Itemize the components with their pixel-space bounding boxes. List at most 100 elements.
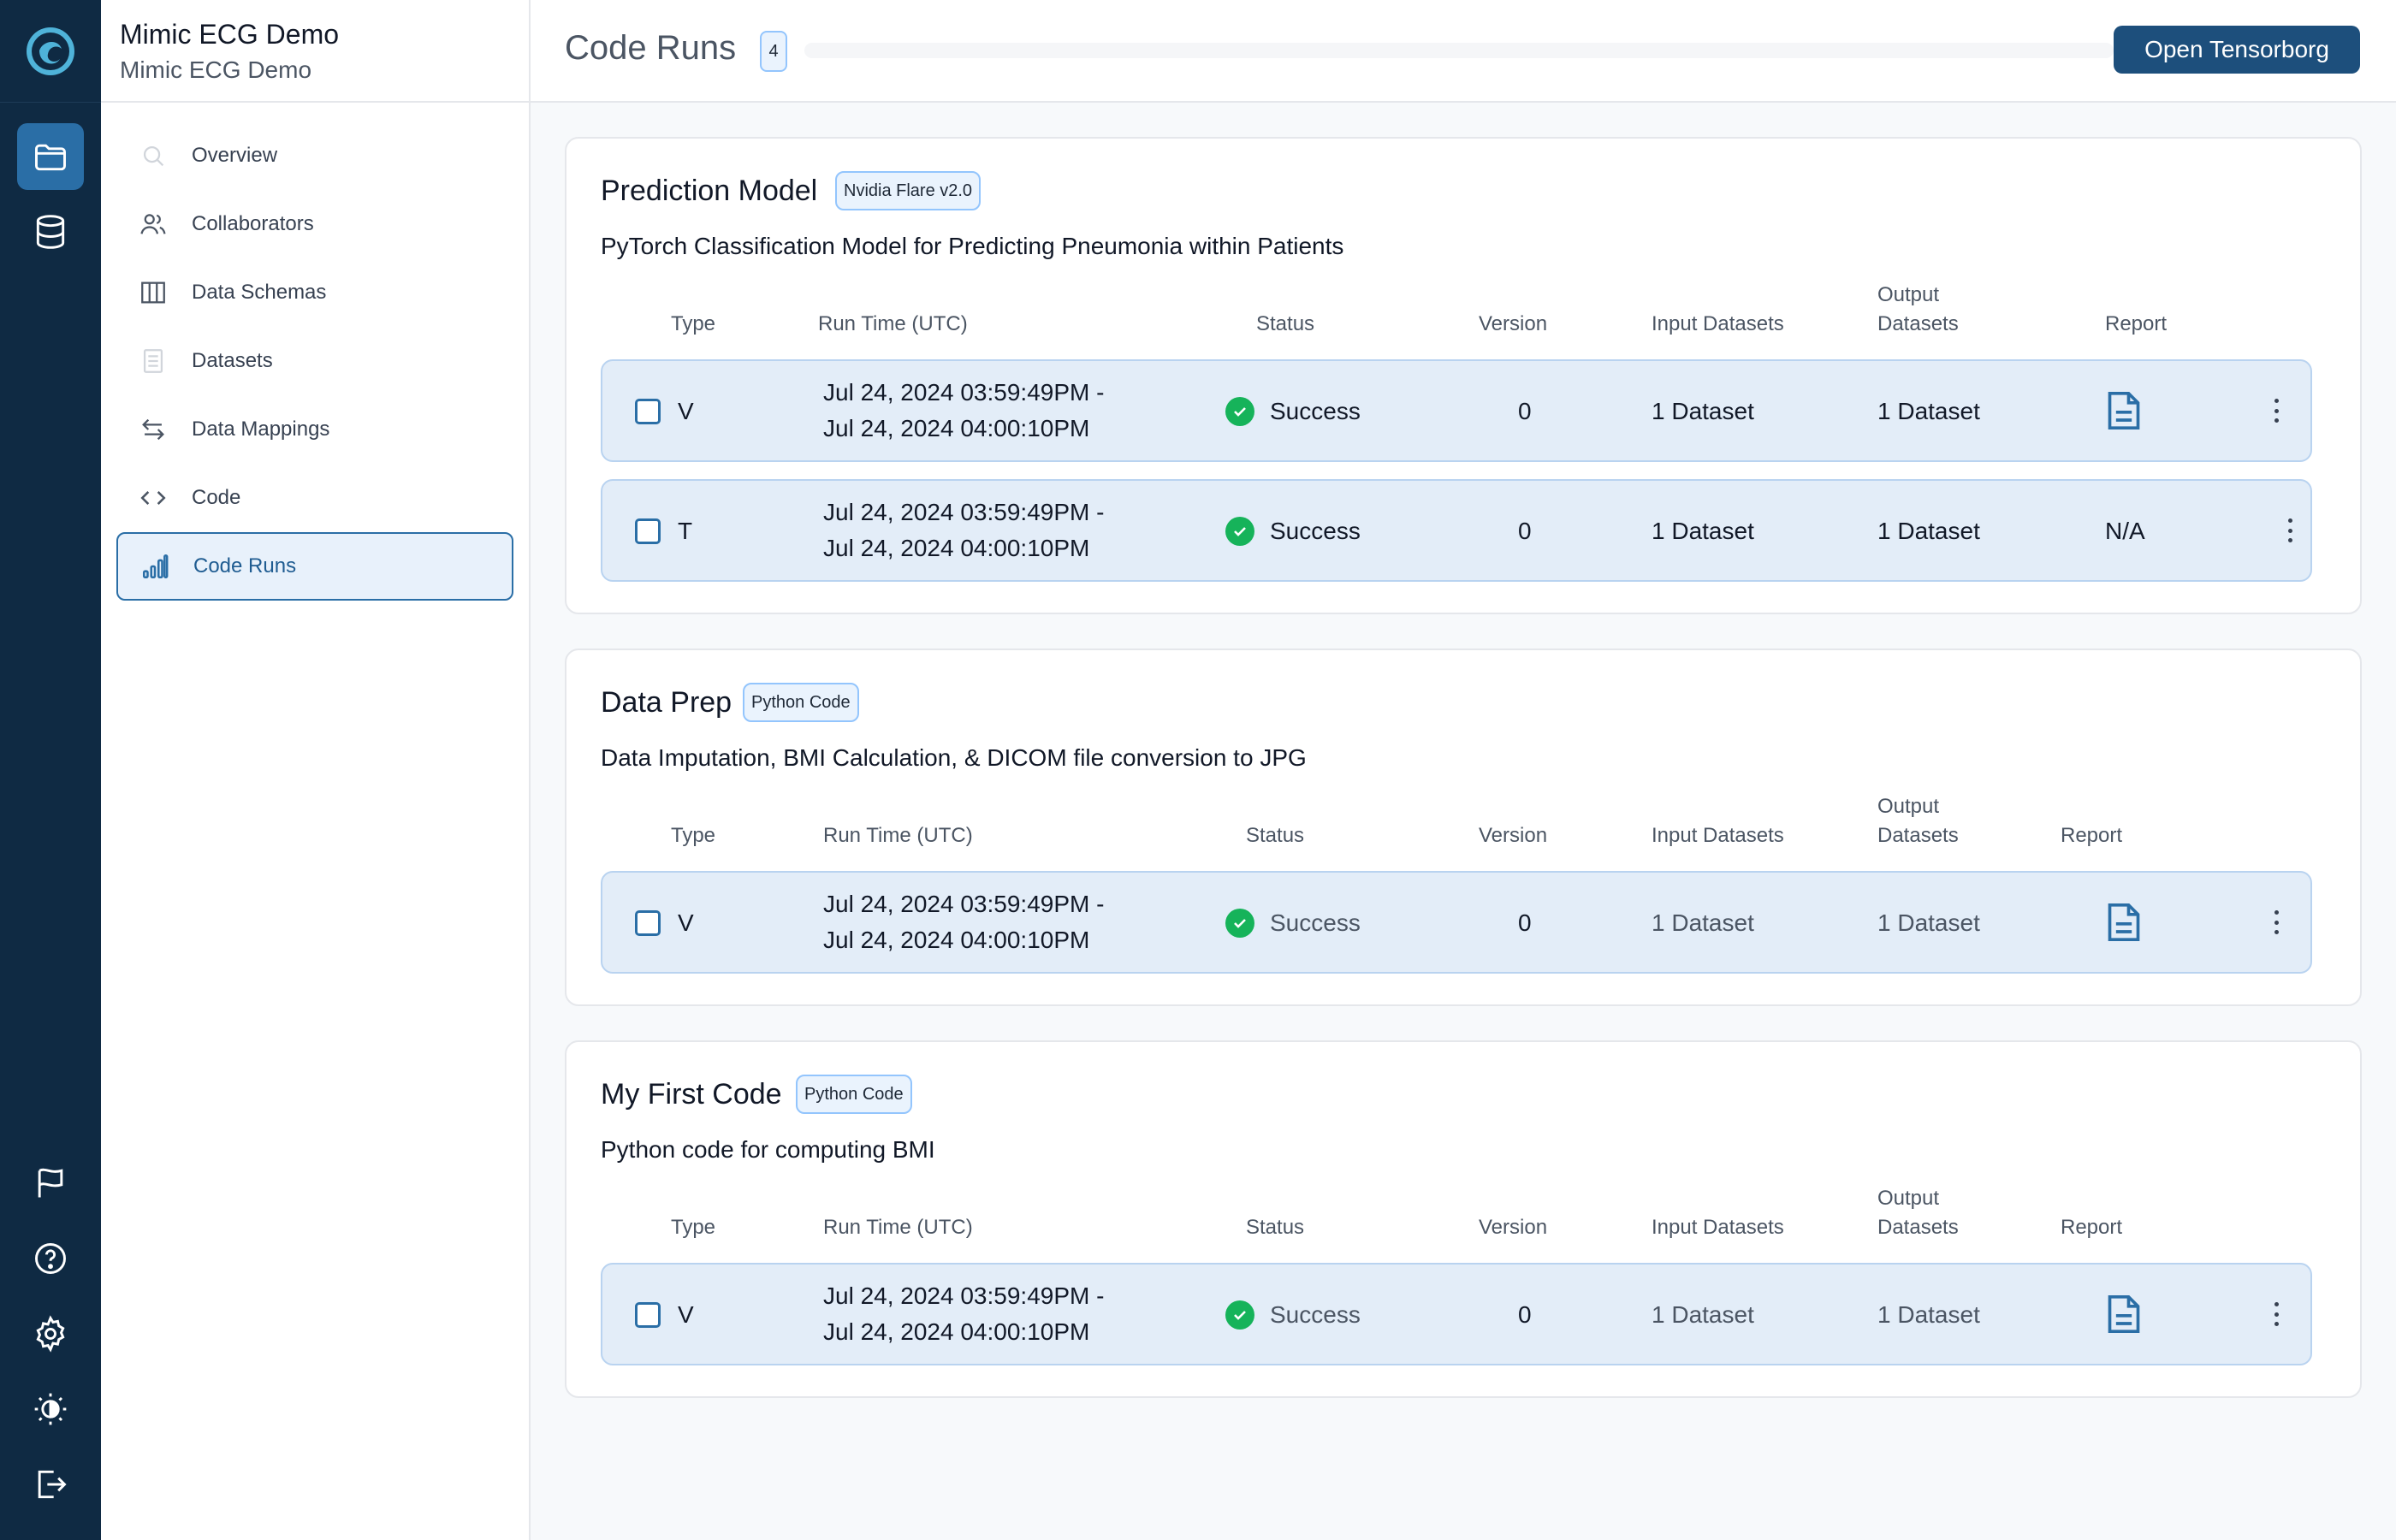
row-time-end: Jul 24, 2024 04:00:10PM xyxy=(823,927,1090,953)
report-doc-icon[interactable] xyxy=(2105,900,2143,945)
theme-toggle-icon xyxy=(34,1393,67,1425)
card-tag: Python Code xyxy=(743,683,859,722)
col-type: Type xyxy=(671,824,716,847)
left-rail xyxy=(0,0,101,1540)
nav-item-data-mappings[interactable]: Data Mappings xyxy=(116,395,513,464)
success-check-icon xyxy=(1225,517,1254,546)
row-version: 0 xyxy=(1518,518,1532,544)
card-tag: Nvidia Flare v2.0 xyxy=(835,171,982,210)
projects-rail-button[interactable] xyxy=(17,123,84,190)
row-output[interactable]: 1 Dataset xyxy=(1877,513,1980,549)
row-output[interactable]: 1 Dataset xyxy=(1877,905,1980,941)
col-output-datasets-2: Datasets xyxy=(1877,312,1959,335)
nav-item-data-schemas[interactable]: Data Schemas xyxy=(116,258,513,327)
success-check-icon xyxy=(1225,909,1254,938)
nav-item-datasets[interactable]: Datasets xyxy=(116,327,513,395)
col-version: Version xyxy=(1479,1216,1548,1239)
help-rail-button[interactable] xyxy=(17,1225,84,1292)
app-logo[interactable] xyxy=(0,0,101,103)
nav-label: Data Schemas xyxy=(192,281,327,304)
col-input-datasets: Input Datasets xyxy=(1652,1216,1784,1239)
theme-rail-button[interactable] xyxy=(17,1376,84,1442)
row-checkbox[interactable] xyxy=(635,399,661,424)
row-status: Success xyxy=(1270,398,1361,424)
flag-rail-button[interactable] xyxy=(17,1150,84,1217)
report-doc-icon[interactable] xyxy=(2105,1292,2143,1336)
col-status: Status xyxy=(1246,824,1305,847)
card-title: My First Code xyxy=(601,1078,782,1111)
nav-item-overview[interactable]: Overview xyxy=(116,121,513,190)
table-row[interactable]: V Jul 24, 2024 03:59:49PM - Jul 24, 2024… xyxy=(601,1263,2312,1365)
row-input[interactable]: 1 Dataset xyxy=(1652,513,1754,549)
row-status: Success xyxy=(1270,1301,1361,1328)
open-tensorborg-button[interactable]: Open Tensorborg xyxy=(2114,26,2360,74)
col-input-datasets: Input Datasets xyxy=(1652,312,1784,335)
logout-rail-button[interactable] xyxy=(17,1451,84,1518)
card-description: Python code for computing BMI xyxy=(601,1136,935,1163)
row-type: V xyxy=(678,398,694,424)
col-output-datasets: Output xyxy=(1877,1187,1940,1210)
col-status: Status xyxy=(1246,1216,1305,1239)
row-menu-kebab[interactable] xyxy=(2281,513,2298,548)
project-header: Mimic ECG Demo Mimic ECG Demo xyxy=(101,0,529,103)
row-checkbox[interactable] xyxy=(635,1302,661,1328)
top-bar: Code Runs 4 Open Tensorborg xyxy=(531,0,2396,103)
row-input[interactable]: 1 Dataset xyxy=(1652,1297,1754,1333)
row-menu-kebab[interactable] xyxy=(2268,1297,2285,1331)
database-icon xyxy=(36,215,65,249)
search-icon xyxy=(137,139,169,172)
col-report: Report xyxy=(2061,824,2123,847)
nav-item-code[interactable]: Code xyxy=(116,464,513,532)
project-sidebar: Mimic ECG Demo Mimic ECG Demo Overview C… xyxy=(101,0,531,1540)
row-type: V xyxy=(678,909,694,936)
page-title: Code Runs xyxy=(565,29,737,67)
nav-item-code-runs[interactable]: Code Runs xyxy=(116,532,513,601)
nav-item-collaborators[interactable]: Collaborators xyxy=(116,190,513,258)
code-card: Data Prep Python Code Data Imputation, B… xyxy=(565,649,2362,1006)
row-input[interactable]: 1 Dataset xyxy=(1652,905,1754,941)
success-check-icon xyxy=(1225,397,1254,426)
row-menu-kebab[interactable] xyxy=(2268,394,2285,428)
col-type: Type xyxy=(671,1216,716,1239)
card-tag: Python Code xyxy=(796,1075,912,1114)
table-row[interactable]: V Jul 24, 2024 03:59:49PM - Jul 24, 2024… xyxy=(601,359,2312,462)
code-icon xyxy=(137,482,169,514)
row-checkbox[interactable] xyxy=(635,518,661,544)
row-time-start: Jul 24, 2024 03:59:49PM - xyxy=(823,891,1105,917)
col-output-datasets: Output xyxy=(1877,283,1940,306)
col-input-datasets: Input Datasets xyxy=(1652,824,1784,847)
col-run-time: Run Time (UTC) xyxy=(823,1216,973,1239)
users-icon xyxy=(137,208,169,240)
col-report: Report xyxy=(2061,1216,2123,1239)
nav-label: Data Mappings xyxy=(192,418,330,441)
row-version: 0 xyxy=(1518,1301,1532,1328)
col-version: Version xyxy=(1479,312,1548,335)
help-icon xyxy=(35,1243,66,1274)
nav-label: Overview xyxy=(192,144,278,167)
table-row[interactable]: T Jul 24, 2024 03:59:49PM - Jul 24, 2024… xyxy=(601,479,2312,582)
project-nav: Overview Collaborators Data Schemas Data… xyxy=(101,103,529,619)
logo-icon xyxy=(27,27,74,75)
settings-rail-button[interactable] xyxy=(17,1300,84,1367)
row-version: 0 xyxy=(1518,398,1532,424)
logout-icon xyxy=(38,1470,67,1499)
row-time-end: Jul 24, 2024 04:00:10PM xyxy=(823,415,1090,441)
database-rail-button[interactable] xyxy=(17,198,84,265)
project-subtitle: Mimic ECG Demo xyxy=(120,56,312,83)
table-row[interactable]: V Jul 24, 2024 03:59:49PM - Jul 24, 2024… xyxy=(601,871,2312,974)
col-output-datasets-2: Datasets xyxy=(1877,824,1959,847)
row-status: Success xyxy=(1270,518,1361,544)
card-description: PyTorch Classification Model for Predict… xyxy=(601,233,1344,259)
row-type: V xyxy=(678,1301,694,1328)
row-input[interactable]: 1 Dataset xyxy=(1652,394,1754,429)
nav-label: Code xyxy=(192,486,241,509)
arrows-swap-icon xyxy=(137,413,169,446)
row-menu-kebab[interactable] xyxy=(2268,905,2285,939)
row-checkbox[interactable] xyxy=(635,910,661,936)
nav-label: Collaborators xyxy=(192,212,314,235)
row-output[interactable]: 1 Dataset xyxy=(1877,1297,1980,1333)
folder-icon xyxy=(35,144,66,171)
report-doc-icon[interactable] xyxy=(2105,388,2143,433)
row-time-end: Jul 24, 2024 04:00:10PM xyxy=(823,1318,1090,1345)
row-output[interactable]: 1 Dataset xyxy=(1877,394,1980,429)
